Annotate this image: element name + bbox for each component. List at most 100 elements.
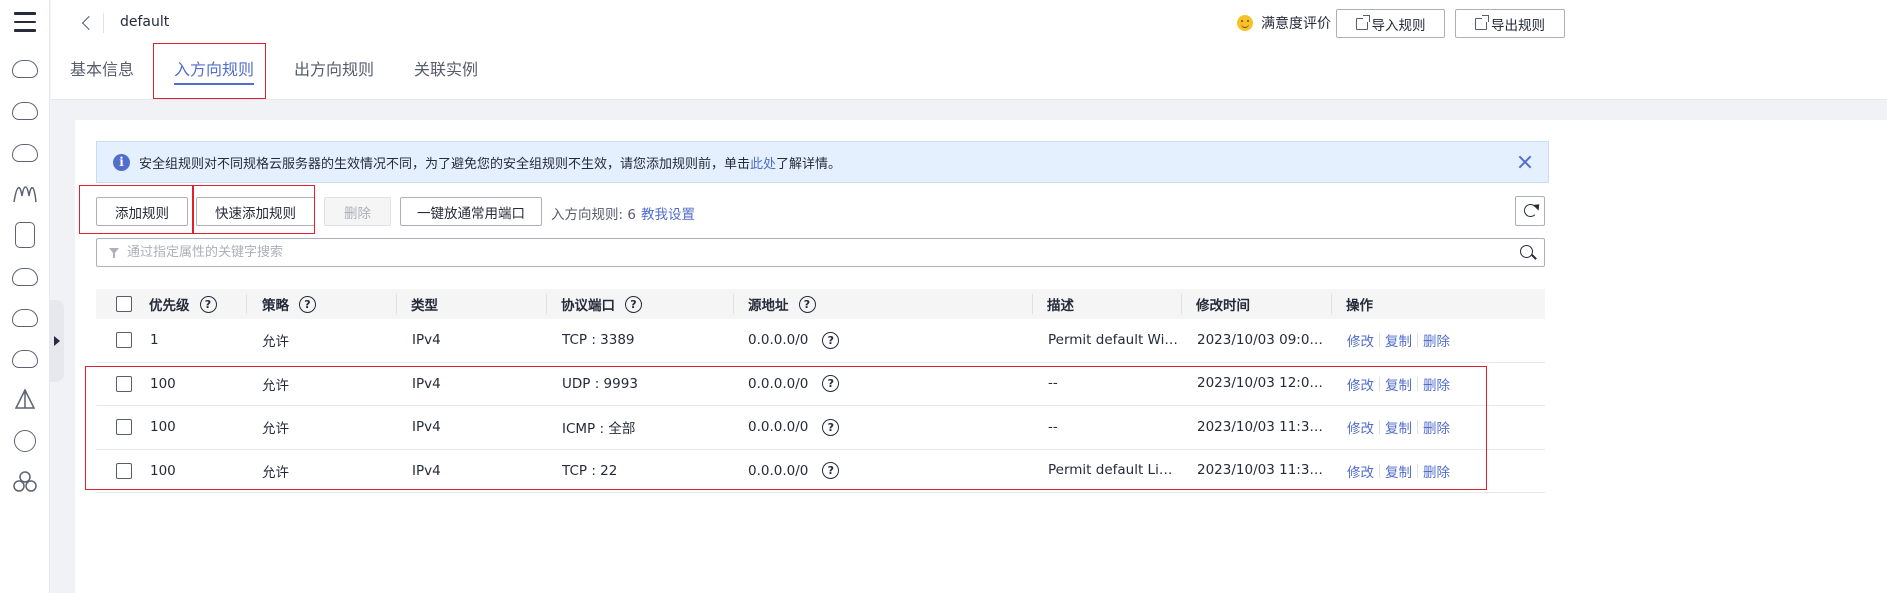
divider [103, 13, 104, 33]
divider [1032, 294, 1033, 314]
alert-details-link[interactable]: 此处 [750, 153, 776, 172]
cell-actions: 修改 复制 删除 [1347, 319, 1450, 362]
tab-associated-instances[interactable]: 关联实例 [414, 56, 478, 88]
copy-link[interactable]: 复制 [1385, 374, 1412, 394]
cell-port: ICMP : 全部 [562, 421, 636, 438]
rules-table: 优先级 ? 策略 ? 类型 协议端口 ? 源地址 ? 描述 修改时间 操作 1 允… [96, 289, 1545, 493]
side-rail [0, 0, 50, 593]
page-header: default 满意度评价 导入规则 导出规则 基本信息 入方向规则 出方向规则… [51, 0, 1887, 100]
copy-link[interactable]: 复制 [1385, 461, 1412, 481]
col-actions: 操作 [1346, 298, 1373, 314]
close-icon[interactable] [1518, 155, 1532, 169]
ip-icon[interactable] [14, 430, 36, 452]
satisfaction-link[interactable]: 满意度评价 [1237, 12, 1331, 34]
help-icon[interactable]: ? [822, 331, 840, 349]
quick-add-rule-button[interactable]: 快速添加规则 [196, 197, 315, 226]
row-checkbox[interactable] [116, 419, 132, 435]
help-setup-link[interactable]: 教我设置 [641, 203, 695, 223]
divider [1417, 420, 1418, 435]
cloud-upload-icon[interactable] [12, 309, 38, 327]
divider [1379, 463, 1380, 478]
export-rules-button[interactable]: 导出规则 [1455, 9, 1565, 38]
refresh-button[interactable] [1515, 196, 1545, 226]
divider [546, 294, 547, 314]
info-icon: i [113, 153, 130, 171]
help-icon[interactable]: ? [625, 295, 642, 313]
edit-link[interactable]: 修改 [1347, 330, 1374, 350]
add-rule-button[interactable]: 添加规则 [96, 197, 188, 226]
cloud-link-icon[interactable] [12, 350, 38, 368]
divider [1379, 333, 1380, 348]
table-row: 100 允许 IPv4 TCP : 22 0.0.0.0/0? Permit defaul… [96, 450, 1545, 493]
cell-type: IPv4 [412, 375, 441, 392]
cell-port: UDP : 9993 [562, 375, 638, 392]
help-icon[interactable]: ? [199, 295, 217, 313]
delete-link[interactable]: 删除 [1423, 461, 1450, 481]
divider [1181, 294, 1182, 314]
help-icon[interactable]: ? [299, 295, 316, 313]
cell-description-value: -- [1048, 375, 1058, 391]
alert-text-end: 了解详情。 [776, 156, 842, 172]
cell-actions: 修改 复制 删除 [1347, 363, 1450, 406]
help-icon[interactable]: ? [822, 375, 840, 393]
copy-link[interactable]: 复制 [1385, 417, 1412, 437]
row-checkbox[interactable] [116, 375, 132, 392]
network-cloud-icon[interactable] [12, 268, 38, 286]
row-checkbox[interactable] [116, 332, 132, 348]
help-icon[interactable]: ? [822, 418, 840, 436]
tab-basic-info[interactable]: 基本信息 [70, 56, 134, 88]
back-icon[interactable] [80, 14, 96, 32]
open-common-ports-button[interactable]: 一键放通常用端口 [400, 197, 542, 226]
monitor-icon[interactable] [12, 182, 38, 208]
cell-description: Permit default Linux ... [1048, 450, 1178, 493]
cell-policy: 允许 [262, 377, 289, 394]
export-rules-label: 导出规则 [1491, 17, 1545, 34]
table-row: 100 允许 IPv4 ICMP : 全部 0.0.0.0/0? -- 2023/10/03… [96, 406, 1545, 450]
edit-link[interactable]: 修改 [1347, 374, 1374, 394]
tab-inbound-rules[interactable]: 入方向规则 [174, 56, 255, 88]
cell-priority: 1 [150, 332, 159, 349]
divider [733, 294, 734, 314]
divider [1379, 376, 1380, 391]
help-icon[interactable]: ? [822, 462, 840, 480]
import-rules-button[interactable]: 导入规则 [1336, 9, 1445, 38]
rule-count: 入方向规则: 6 [551, 207, 636, 223]
delete-button[interactable]: 删除 [324, 197, 391, 226]
tab-outbound-rules[interactable]: 出方向规则 [294, 56, 374, 88]
cluster-icon[interactable] [12, 470, 38, 496]
delete-link[interactable]: 删除 [1423, 374, 1450, 394]
search-input[interactable] [127, 239, 1507, 266]
search-icon[interactable] [1520, 245, 1533, 258]
edit-link[interactable]: 修改 [1347, 461, 1374, 481]
divider [1379, 420, 1380, 435]
select-all-checkbox[interactable] [116, 296, 132, 312]
alert-text: 安全组规则对不同规格云服务器的生效情况不同，为了避免您的安全组规则不生效，请您添… [139, 156, 751, 172]
cell-description-value: Permit default Linux ... [1048, 462, 1178, 478]
cloud-icon[interactable] [12, 102, 38, 120]
cell-policy: 允许 [262, 464, 289, 481]
cloud-storage-icon[interactable] [12, 144, 38, 162]
cell-modified: 2023/10/03 11:38:36... [1197, 406, 1329, 449]
cell-source: 0.0.0.0/0? [748, 363, 840, 406]
copy-link[interactable]: 复制 [1385, 330, 1412, 350]
database-icon[interactable] [15, 222, 35, 248]
help-icon[interactable]: ? [798, 295, 816, 313]
cell-type: IPv4 [412, 332, 441, 349]
col-port: 协议端口 ? [561, 289, 642, 319]
import-icon [1355, 14, 1370, 30]
deploy-icon[interactable] [12, 388, 38, 414]
cloud-server-icon[interactable] [12, 60, 38, 78]
menu-icon[interactable] [14, 12, 36, 32]
refresh-icon [1524, 204, 1537, 217]
col-priority-label: 优先级 [149, 298, 190, 314]
row-checkbox[interactable] [116, 462, 132, 479]
edit-link[interactable]: 修改 [1347, 417, 1374, 437]
delete-link[interactable]: 删除 [1423, 330, 1450, 350]
delete-link[interactable]: 删除 [1423, 417, 1450, 437]
search-bar [96, 238, 1545, 267]
table-row: 1 允许 IPv4 TCP : 3389 0.0.0.0/0? Permit defaul… [96, 319, 1545, 363]
cell-source-value: 0.0.0.0/0 [748, 419, 809, 436]
col-type: 类型 [411, 298, 438, 314]
cell-modified-value: 2023/10/03 11:38:36... [1197, 418, 1329, 435]
collapse-rail-handle[interactable] [50, 300, 64, 382]
